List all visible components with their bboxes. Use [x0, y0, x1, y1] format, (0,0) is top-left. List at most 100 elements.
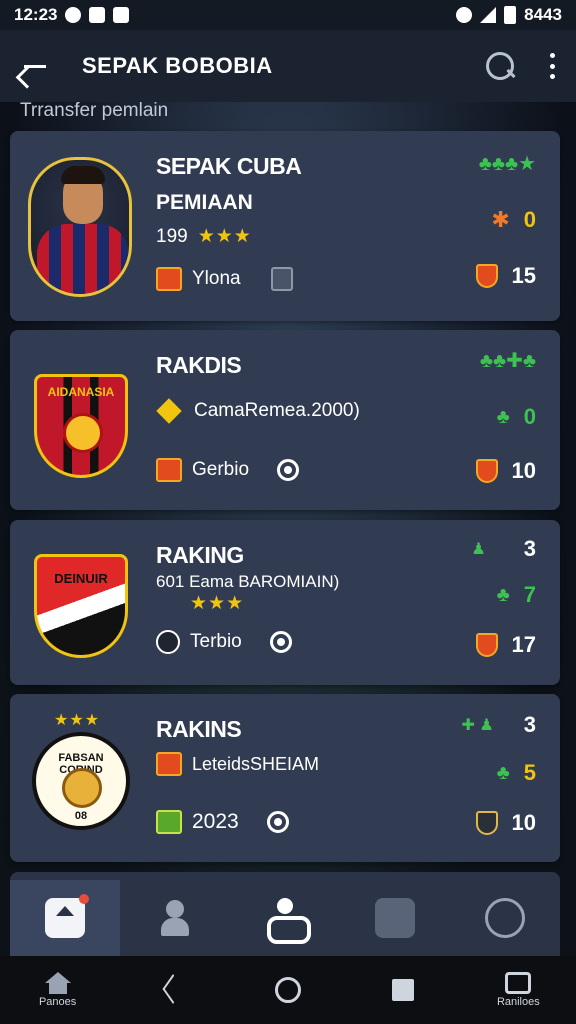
shield-icon: [475, 811, 498, 835]
player-icon: ♣: [496, 761, 510, 784]
shield-icon: [475, 459, 498, 483]
club-crest: DEINUIR: [34, 554, 128, 658]
tab-home[interactable]: [10, 880, 120, 956]
search-icon[interactable]: [484, 50, 516, 82]
card-title: RAKINS: [156, 716, 242, 742]
card-subtitle: CamaRemea.2000): [194, 400, 360, 421]
chat-icon: [485, 898, 525, 938]
stat-bottom: 10: [511, 458, 536, 483]
club-badge-icon: [156, 630, 180, 654]
stat-bottom: 15: [511, 263, 536, 288]
tab-player[interactable]: [120, 880, 230, 956]
club-crest: AIDANASIA: [34, 374, 128, 478]
bottom-tab-bar: [10, 880, 560, 956]
shield-icon: [270, 267, 293, 291]
stat-top: 0: [523, 207, 536, 232]
shield-icon: [475, 633, 498, 657]
wifi-icon: [456, 7, 473, 23]
tab-team[interactable]: [230, 880, 340, 956]
card-title: RAKING: [156, 542, 244, 568]
card-subtitle: 601 Eama BAROMIAIN): [156, 572, 340, 591]
card-subtitle: PEMIAAN: [156, 191, 253, 214]
crest-emblem: [63, 413, 103, 453]
player-icon: [155, 898, 195, 938]
back-icon: [162, 978, 184, 1002]
stat-top: 5: [523, 760, 536, 785]
nav-overview[interactable]: [363, 979, 443, 1001]
crest-bottom: 08: [74, 810, 88, 822]
nav-right-label: Raniloes: [496, 996, 540, 1008]
settings-icon[interactable]: [266, 811, 289, 833]
shield-icon: [475, 264, 498, 288]
status-right-text: 8443: [524, 5, 562, 24]
rating-stars: ★★★: [190, 593, 245, 614]
club-card[interactable]: AIDANASIA RAKDIS CamaRemea.2000) Gerbio …: [10, 330, 560, 510]
stat-top: 0: [523, 404, 536, 429]
nav-recent[interactable]: Raniloes: [478, 972, 558, 1008]
card-label: Ylona: [192, 268, 241, 289]
rating-stars: ★★★: [197, 226, 252, 247]
club-card[interactable]: DEINUIR RAKING 601 Eama BAROMIAIN) ★★★ T…: [10, 520, 560, 685]
status-time: 12:23: [14, 5, 58, 24]
notification-icon: [113, 7, 130, 23]
crest-label: AIDANASIA: [47, 385, 115, 399]
home-icon: [44, 972, 71, 994]
diamond-icon: [156, 398, 182, 424]
status-icons: ♣♣✚♣: [479, 350, 536, 372]
club-crest: FABSAN CORIND 08: [32, 732, 130, 830]
back-arrow-icon[interactable]: [20, 51, 50, 81]
nav-left-label: Panoes: [38, 996, 77, 1008]
club-badge-icon: [156, 267, 182, 291]
nav-home-button[interactable]: [248, 977, 328, 1003]
app-bar: SEPAK BOBOBIA: [0, 30, 576, 102]
player-icon: ♟: [471, 541, 486, 558]
card-title: SEPAK CUBA: [156, 153, 302, 179]
notification-icon: [89, 7, 106, 23]
page-title: SEPAK BOBOBIA: [82, 53, 273, 78]
crest-label: DEINUIR: [54, 571, 108, 586]
player-icon: ✚ ♟: [461, 717, 494, 734]
status-bar: 12:23 8443: [0, 0, 576, 30]
player-icon: ♣: [496, 583, 510, 606]
stat-top: 7: [523, 582, 536, 607]
nav-back[interactable]: [133, 978, 213, 1002]
card-title: RAKDIS: [156, 352, 242, 378]
recent-apps-icon: [505, 972, 532, 994]
player-avatar: [28, 157, 132, 297]
team-icon: [265, 898, 311, 944]
notification-icon: [65, 7, 82, 23]
right-top-number: 3: [523, 712, 536, 737]
overview-icon: [392, 979, 415, 1001]
club-card[interactable]: FABSAN CORIND 08 ★★★ RAKINS LeteidsSHEIA…: [10, 694, 560, 862]
settings-icon[interactable]: [269, 631, 292, 653]
card-label: 2023: [192, 810, 239, 833]
notification-dot: [79, 894, 89, 904]
crest-emblem: [62, 768, 102, 808]
tab-chat[interactable]: [450, 880, 560, 956]
more-options-icon[interactable]: [550, 53, 556, 79]
player-icon: ✱: [491, 207, 510, 232]
system-navigation-bar: Panoes Raniloes: [0, 956, 576, 1024]
right-top-number: 3: [523, 536, 536, 561]
status-icons: ♣♣♣★: [478, 153, 536, 175]
signal-icon: [480, 7, 497, 23]
player-icon: ♣: [496, 405, 510, 428]
club-badge-icon: [156, 752, 182, 776]
stat-bottom: 17: [511, 632, 536, 657]
tab-edit[interactable]: [340, 880, 450, 956]
card-subtitle: LeteidsSHEIAM: [192, 753, 320, 774]
nav-home[interactable]: Panoes: [18, 972, 98, 1008]
player-card[interactable]: SEPAK CUBA PEMIAAN 199 ★★★ Ylona ♣♣♣★ ✱ 0…: [10, 131, 560, 321]
card-label: Terbio: [190, 631, 242, 652]
club-badge-icon: [156, 810, 182, 834]
settings-icon[interactable]: [277, 459, 300, 481]
section-subtitle: Trransfer pemlain: [20, 100, 169, 121]
club-badge-icon: [156, 458, 182, 482]
home-icon: [45, 894, 89, 938]
home-circle-icon: [274, 977, 301, 1003]
battery-icon: [504, 6, 517, 24]
stat-bottom: 10: [511, 810, 536, 835]
edit-icon: [375, 898, 415, 938]
rating-number: 199: [156, 225, 188, 247]
crest-stars: ★★★: [54, 712, 101, 729]
